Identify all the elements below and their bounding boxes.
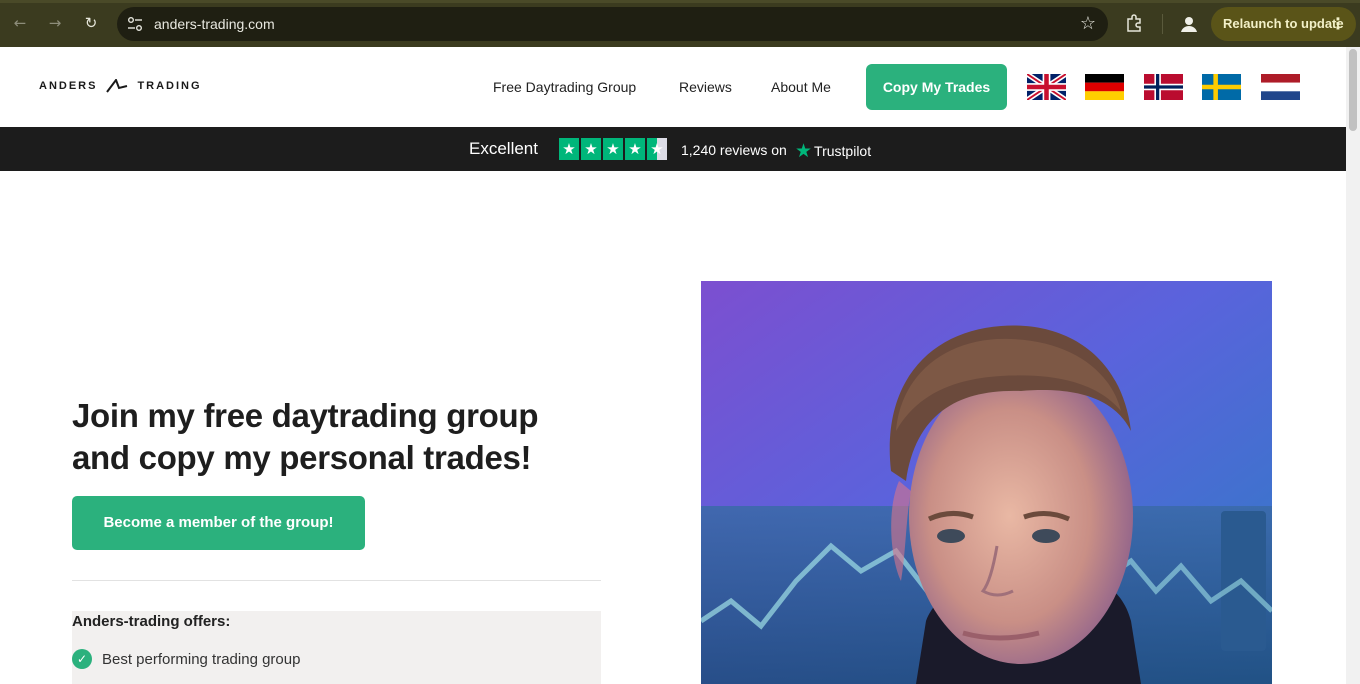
logo-text-right: TRADING	[137, 80, 202, 92]
nav-free-daytrading-group[interactable]: Free Daytrading Group	[493, 79, 636, 95]
bookmark-star-icon[interactable]: ☆	[1080, 13, 1096, 34]
hero-title-line2: and copy my personal trades!	[72, 439, 532, 476]
divider	[72, 580, 601, 581]
site-logo[interactable]: ANDERS TRADING	[39, 79, 202, 93]
half-star-icon: ★	[647, 138, 667, 160]
hero-title-line1: Join my free daytrading group	[72, 397, 539, 434]
star-icon: ★	[603, 138, 623, 160]
nav-about-me[interactable]: About Me	[771, 79, 831, 95]
site-header: ANDERS TRADING Free Daytrading Group Rev…	[0, 47, 1346, 127]
back-icon[interactable]: ←	[9, 12, 31, 34]
portrait-illustration	[701, 281, 1272, 684]
star-icon: ★	[559, 138, 579, 160]
browser-toolbar: ← → ↻ anders-trading.com ☆ Relaunch to u…	[0, 0, 1360, 47]
trustpilot-review-count: 1,240 reviews on	[681, 142, 787, 158]
address-bar[interactable]: anders-trading.com ☆	[117, 7, 1108, 41]
page-scrollbar[interactable]	[1346, 47, 1360, 684]
germany-flag[interactable]	[1085, 74, 1124, 100]
check-icon: ✓	[72, 649, 92, 669]
trustpilot-rating-word: Excellent	[469, 139, 538, 158]
sweden-flag[interactable]	[1202, 74, 1241, 100]
trustpilot-stars: ★ ★ ★ ★ ★	[559, 138, 669, 160]
hero-portrait-image	[701, 281, 1272, 684]
reload-icon[interactable]: ↻	[80, 12, 102, 34]
url-text[interactable]: anders-trading.com	[154, 16, 275, 32]
toolbar-separator	[1162, 14, 1163, 34]
site-settings-icon[interactable]	[127, 16, 143, 32]
offers-title: Anders-trading offers:	[72, 613, 231, 630]
relaunch-button[interactable]: Relaunch to update ⋮	[1211, 7, 1356, 41]
scrollbar-thumb[interactable]	[1349, 49, 1357, 131]
copy-my-trades-button[interactable]: Copy My Trades	[866, 64, 1007, 110]
logo-text-left: ANDERS	[39, 80, 98, 92]
trustpilot-logo: ★ Trustpilot	[795, 140, 871, 162]
star-icon: ★	[625, 138, 645, 160]
trustpilot-brand: Trustpilot	[814, 143, 872, 159]
profile-icon[interactable]	[1178, 13, 1200, 35]
more-menu-icon[interactable]: ⋮	[1330, 7, 1346, 41]
tab-strip	[0, 0, 1360, 3]
uk-flag[interactable]	[1027, 74, 1066, 100]
logo-mark-icon	[106, 79, 128, 93]
netherlands-flag[interactable]	[1261, 74, 1300, 100]
hero-title: Join my free daytrading group and copy m…	[72, 395, 632, 479]
norway-flag[interactable]	[1144, 74, 1183, 100]
extensions-icon[interactable]	[1125, 13, 1145, 33]
forward-icon[interactable]: →	[44, 12, 66, 34]
relaunch-label: Relaunch to update	[1223, 16, 1344, 31]
offer-item: ✓ Best performing trading group	[72, 649, 300, 669]
trustpilot-star-icon: ★	[795, 140, 813, 162]
star-icon: ★	[581, 138, 601, 160]
offer-label: Best performing trading group	[102, 650, 301, 668]
become-member-button[interactable]: Become a member of the group!	[72, 496, 365, 550]
nav-reviews[interactable]: Reviews	[679, 79, 732, 95]
offers-box: Anders-trading offers: ✓ Best performing…	[72, 611, 601, 684]
trustpilot-bar[interactable]: Excellent ★ ★ ★ ★ ★ 1,240 reviews on ★ T…	[0, 127, 1346, 171]
